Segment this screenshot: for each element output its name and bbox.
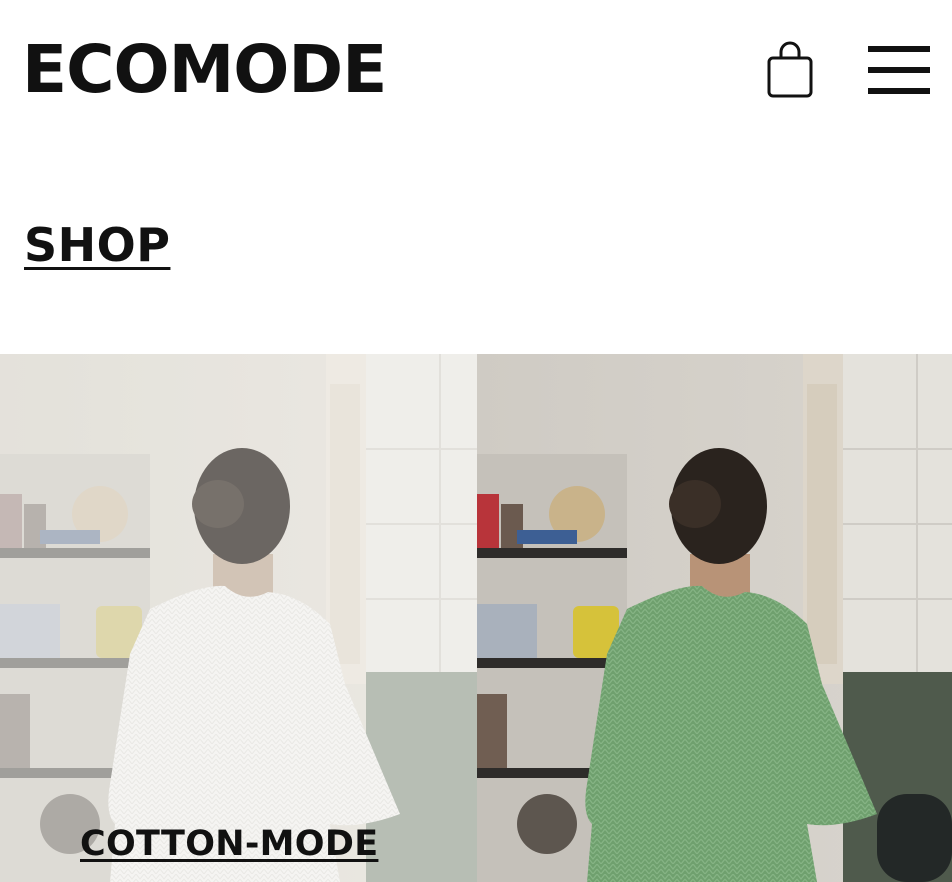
hamburger-menu-icon[interactable] [866, 42, 932, 98]
product-card-green[interactable] [477, 354, 952, 882]
menu-line [868, 88, 930, 94]
page: ECOMODE SHOP COTTON-MODE [0, 0, 952, 882]
product-card-cotton-mode[interactable]: COTTON-MODE [0, 354, 477, 882]
menu-line [868, 46, 930, 52]
product-grid: COTTON-MODE [0, 354, 952, 882]
product-image [477, 354, 952, 882]
brand-logo[interactable]: ECOMODE [22, 30, 387, 110]
menu-line [868, 67, 930, 73]
shop-heading[interactable]: SHOP [24, 212, 170, 278]
product-image [0, 354, 477, 882]
shopping-bag-icon[interactable] [764, 40, 816, 100]
product-name[interactable]: COTTON-MODE [80, 822, 378, 866]
site-header: ECOMODE [0, 0, 952, 140]
